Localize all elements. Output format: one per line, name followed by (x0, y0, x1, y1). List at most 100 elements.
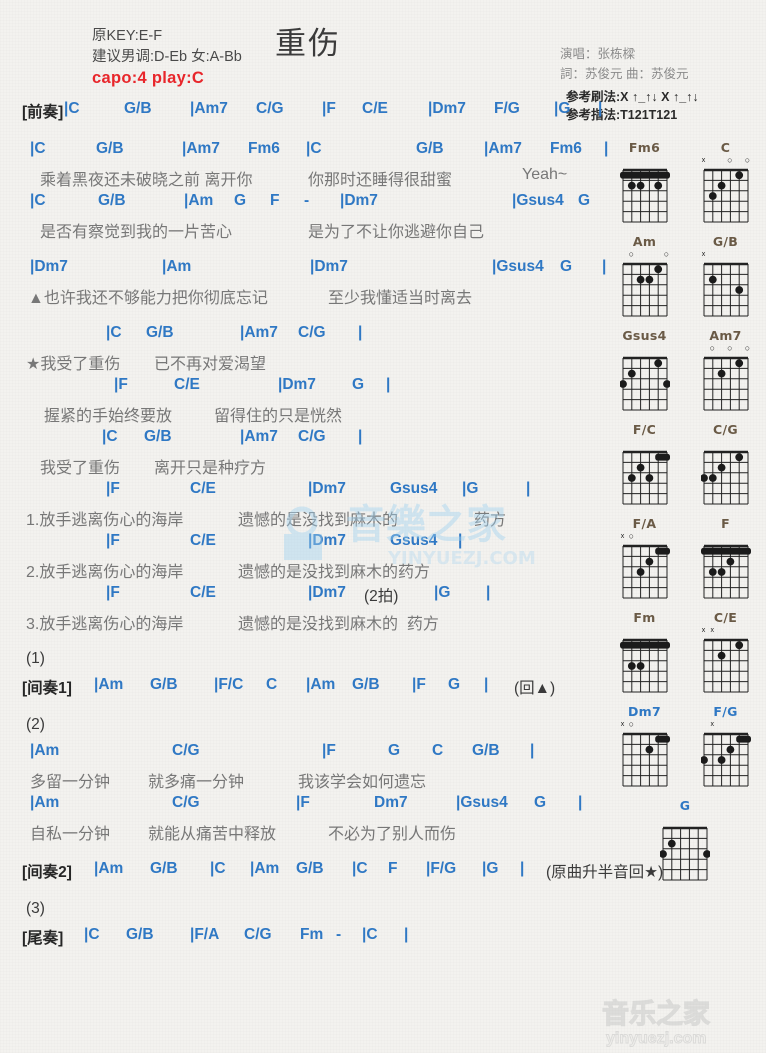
fretboard-icon (620, 259, 670, 321)
chord-symbol: |Gsus4 (512, 192, 564, 209)
muted-string-icon: x (701, 157, 706, 164)
chord-symbol: | (520, 860, 525, 877)
chord-symbol: C/E (190, 480, 216, 497)
chord-symbol: G/B (352, 676, 380, 693)
lyric-text: 至少我懂适当时离去 (328, 290, 473, 307)
chord-symbol: |G (434, 584, 451, 601)
annotation-text: (2拍) (364, 588, 399, 605)
string-markers: x ○ ○ (701, 156, 751, 165)
lyric-text: 多留一分钟 (30, 774, 111, 791)
lyric-line: 乘着黑夜还未破晓之前 离开你 你那时还睡得很甜蜜 Yeah~ (22, 166, 612, 192)
chord-symbol: G (560, 258, 573, 275)
open-string-icon: ○ (709, 343, 716, 353)
chord-diagram: Fm6 (608, 140, 682, 227)
chord-symbol: |Am7 (182, 140, 220, 157)
chord-symbol: G/B (150, 860, 178, 877)
open-string-icon: ○ (663, 249, 670, 259)
chord-symbol: |Dm7 (278, 376, 316, 393)
chord-symbol: | (578, 794, 583, 811)
lyric-text: 我受了重伤 (40, 460, 121, 477)
chord-diagram: F/A x ○ (608, 516, 682, 603)
chord-symbol: C/G (298, 428, 326, 445)
chord-symbol: |Am (184, 192, 214, 209)
lyric-text: 不必为了别人而伤 (328, 826, 457, 843)
lyric-text: 2.放手逃离伤心的海岸 (26, 564, 184, 581)
chord-symbol: |Am (94, 860, 124, 877)
chord-symbol: - (304, 192, 310, 209)
chord-symbol: (2) (26, 716, 45, 733)
chord-symbol: F (270, 192, 280, 209)
lyric-text: 是为了不让你逃避你自己 (308, 224, 485, 241)
chord-symbol: |Am (30, 794, 60, 811)
lyric-line: ★我受了重伤 已不再对爱渴望 (22, 350, 612, 376)
text-line: (1) (22, 650, 612, 676)
fretboard-icon (619, 353, 670, 415)
chord-diagram: C/E x x (689, 610, 763, 697)
chord-diagram-row: Fm C/E x x (604, 610, 766, 697)
open-string-icon: ○ (628, 719, 635, 729)
chord-symbol: |F (106, 532, 120, 549)
string-markers (620, 344, 670, 353)
chord-symbol: Fm6 (248, 140, 280, 157)
chord-diagram-row: F/A x ○ F (604, 516, 766, 603)
lyric-line: 3.放手逃离伤心的海岸 遗憾的是没找到麻木的 药方 (22, 610, 612, 636)
fretboard-icon (700, 541, 751, 603)
string-markers (660, 814, 710, 823)
chord-diagram: Am ○ ○ (608, 234, 682, 321)
chord-symbol: (1) (26, 650, 45, 667)
chord-symbol: |Am7 (190, 100, 228, 117)
chord-symbol: |C (30, 140, 46, 157)
singer-credit: 演唱：张栋樑 (560, 47, 636, 61)
line-spacer (22, 126, 612, 140)
chord-line: |F C/E |Dm7 (2拍) |G | (22, 584, 612, 610)
chord-symbol: |Gsus4 (456, 794, 508, 811)
chord-diagram-row: Gsus4 Am7 ○ ○ ○ (604, 328, 766, 415)
chord-symbol: |F (412, 676, 426, 693)
line-spacer (22, 846, 612, 860)
chord-diagram: Gsus4 (608, 328, 682, 415)
chord-symbol: |F (114, 376, 128, 393)
chord-symbol: G/B (472, 742, 500, 759)
chord-symbol: |C (306, 140, 322, 157)
chord-symbol: C/E (190, 532, 216, 549)
chord-symbol: |F (296, 794, 310, 811)
muted-string-icon: x (710, 721, 715, 728)
chord-symbol: | (484, 676, 489, 693)
lyric-text: ★我受了重伤 (26, 356, 121, 373)
lyric-line: 自私一分钟 就能从痛苦中释放 不必为了别人而伤 (22, 820, 612, 846)
chord-symbol: |C (64, 100, 80, 117)
chord-symbol: | (358, 324, 363, 341)
chord-diagram-name: Fm6 (628, 140, 661, 155)
chord-symbol: G (388, 742, 401, 759)
fretboard-icon (700, 447, 751, 509)
chord-symbol: G/B (126, 926, 154, 943)
chord-symbol: |Dm7 (30, 258, 68, 275)
chord-symbol: |C (210, 860, 226, 877)
lyric-text: Yeah~ (522, 166, 568, 183)
chord-symbol: |F/G (426, 860, 457, 877)
chord-symbol: |F/C (214, 676, 244, 693)
chord-symbol: C/G (172, 742, 200, 759)
chord-symbol: C/E (362, 100, 388, 117)
chord-line: [间奏1] |Am G/B |F/C C |Am G/B |F G | (回▲) (22, 676, 612, 702)
chord-symbol: |Am (94, 676, 124, 693)
chord-symbol: |Am (250, 860, 280, 877)
chord-diagram: F/C (608, 422, 682, 509)
chord-symbol: - (336, 926, 342, 943)
chord-line: |C G/B |Am7 Fm6 |C G/B |Am7 Fm6 | (22, 140, 612, 166)
chord-diagram-name: C/G (713, 422, 738, 437)
chord-symbol: |Am (306, 676, 336, 693)
muted-string-icon: x (620, 533, 625, 540)
credits-block: 演唱：张栋樑 詞：苏俊元 曲：苏俊元 (560, 44, 688, 84)
string-markers: x (701, 720, 751, 729)
fretboard-icon (701, 635, 751, 697)
chord-symbol: |Am7 (484, 140, 522, 157)
lyric-text: 1.放手逃离伤心的海岸 (26, 512, 184, 529)
svg-text:YINYUEZJ.COM: YINYUEZJ.COM (387, 548, 536, 568)
chord-diagram: Am7 ○ ○ ○ (689, 328, 763, 415)
fretboard-icon (620, 447, 670, 509)
open-string-icon: ○ (628, 249, 635, 259)
chord-diagram-name: G/B (712, 234, 739, 249)
chord-line: |C G/B |Am7 C/G | (22, 428, 612, 454)
string-markers: xx (701, 626, 751, 635)
